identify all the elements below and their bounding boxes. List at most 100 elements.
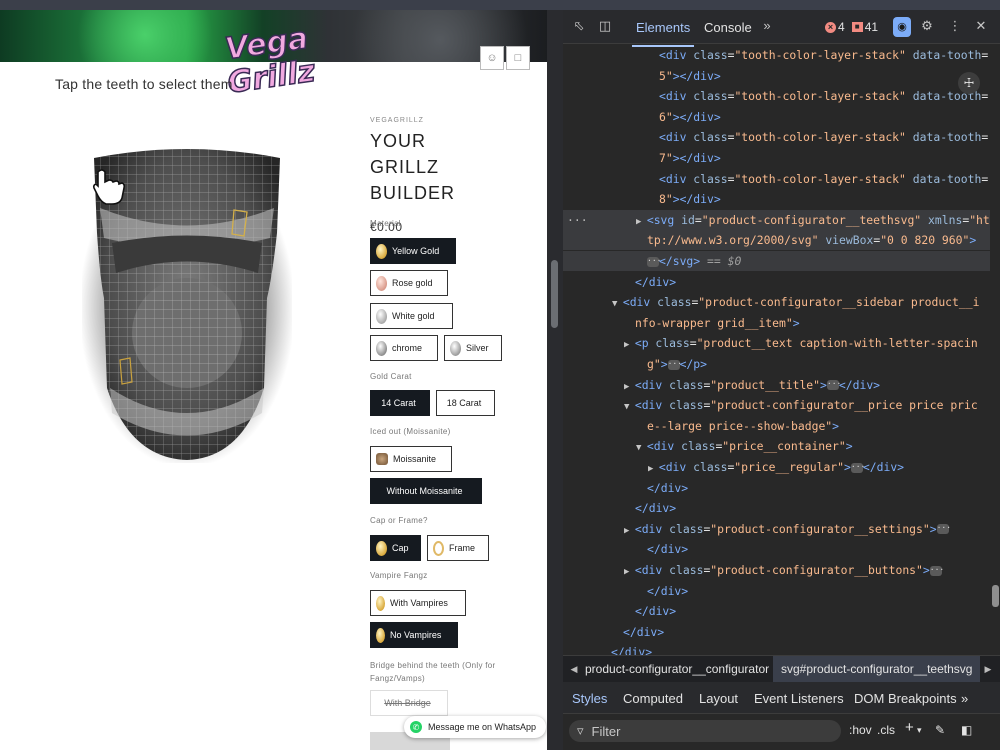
dom-tree-line[interactable]: ··· ▶ <svg id="product-configurator__teet… — [563, 209, 990, 230]
paint-brush-icon[interactable]: ✎ — [935, 723, 945, 737]
user-icon[interactable]: ☺ — [480, 46, 504, 70]
dom-tree-scrollbar-thumb[interactable] — [992, 585, 999, 607]
dom-tree-line[interactable]: </div> — [563, 478, 990, 498]
dom-tree-line[interactable]: ▶ <p class="product__text caption-with-l… — [563, 333, 990, 353]
option-frame[interactable]: Frame — [427, 535, 489, 561]
dom-tree-line[interactable]: </div> — [563, 642, 990, 655]
dom-tree-line[interactable]: 7"></div> — [563, 148, 990, 168]
tab-dom-breakpoints[interactable]: DOM Breakpoints — [854, 691, 957, 706]
new-rule-icon[interactable]: + — [905, 719, 914, 736]
devtools-toolbar: ⬁ ◫ Elements Console » × 4 ■ 41 ◉ ⚙ ⋮ ✕ — [563, 10, 1000, 47]
dom-tree-line[interactable]: </div> — [563, 622, 990, 642]
class-toggle[interactable]: .cls — [877, 723, 895, 737]
dom-tree-line[interactable]: g">···</p> — [563, 354, 990, 374]
hover-state-toggle[interactable]: :hov — [849, 723, 872, 737]
dom-tree-scrollbar[interactable] — [990, 45, 1000, 655]
dom-tree-line[interactable]: ▶ <div class="price__regular">···</div> — [563, 457, 990, 477]
option-with-bridge[interactable]: With Bridge — [370, 690, 448, 716]
code-token: <div — [634, 563, 670, 577]
breadcrumb-item-teethsvg[interactable]: svg#product-configurator__teethsvg — [773, 656, 981, 682]
option-18-carat[interactable]: 18 Carat — [436, 390, 495, 416]
bag-icon[interactable]: □ — [506, 46, 530, 70]
dom-tree-line[interactable]: ▼ <div class="price__container"> — [563, 436, 990, 456]
extension-shield-icon[interactable]: ◉ — [893, 17, 911, 37]
dom-tree-line[interactable]: nfo-wrapper grid__item"> — [563, 313, 990, 333]
option-rose-gold[interactable]: Rose gold — [370, 270, 448, 296]
tab-styles[interactable]: Styles — [567, 691, 612, 718]
dom-tree-line[interactable]: <div class="tooth-color-layer-stack" dat… — [563, 127, 990, 147]
vegagrillz-logo[interactable]: Vega Grillz — [222, 20, 332, 102]
more-options-icon[interactable]: ⋮ — [947, 18, 963, 34]
dom-tree-line[interactable]: 8"></div> — [563, 189, 990, 209]
code-token: "product-configurator__teethsvg" — [701, 212, 922, 227]
dom-tree-line[interactable]: </div> — [563, 272, 990, 292]
dom-tree-line[interactable]: 6"></div> — [563, 107, 990, 127]
tab-elements[interactable]: Elements — [631, 20, 695, 47]
tab-layout[interactable]: Layout — [699, 691, 738, 706]
dom-tree-line[interactable]: tp://www.w3.org/2000/svg" viewBox="0 0 8… — [563, 230, 990, 251]
expand-arrow-icon[interactable]: ▶ — [648, 464, 659, 474]
toggle-sidebar-icon[interactable]: ◧ — [961, 723, 972, 737]
option-14-carat[interactable]: 14 Carat — [370, 390, 430, 416]
collapse-arrow-icon[interactable]: ▼ — [612, 299, 623, 309]
dom-tree-line[interactable]: ···</svg> == $0 — [563, 251, 990, 271]
new-rule-options-icon[interactable]: ▾ — [917, 725, 922, 736]
whatsapp-button[interactable]: ✆ Message me on WhatsApp — [404, 716, 547, 738]
tab-computed[interactable]: Computed — [623, 691, 683, 706]
dom-tree-line[interactable]: ▶ <div class="product-configurator__butt… — [563, 560, 990, 580]
more-subtabs-icon[interactable]: » — [961, 691, 968, 706]
dom-tree-line[interactable]: <div class="tooth-color-layer-stack" dat… — [563, 45, 990, 65]
node-actions-icon[interactable]: ··· — [567, 210, 588, 230]
ellipsis-icon: ··· — [850, 461, 866, 473]
inspect-element-icon[interactable]: ⬁ — [571, 18, 587, 34]
option-yellow-gold[interactable]: Yellow Gold — [370, 238, 456, 264]
expand-arrow-icon[interactable]: ▶ — [636, 217, 647, 227]
page-scrollbar-thumb[interactable] — [551, 260, 558, 328]
option-with-vampires[interactable]: With Vampires — [370, 590, 466, 616]
dom-tree-line[interactable]: ▶ <div class="product__title">···</div> — [563, 375, 990, 395]
tab-console[interactable]: Console — [704, 20, 752, 35]
expand-arrow-icon[interactable]: ▶ — [624, 382, 635, 392]
device-toolbar-icon[interactable]: ◫ — [597, 18, 613, 34]
dom-tree-line[interactable]: </div> — [563, 601, 990, 621]
dom-tree-line[interactable]: </div> — [563, 581, 990, 601]
breadcrumb-item-configurator[interactable]: product-configurator__configurator — [585, 662, 769, 676]
option-moissanite[interactable]: Moissanite — [370, 446, 452, 472]
option-chrome[interactable]: chrome — [370, 335, 438, 361]
more-tabs-icon[interactable]: » — [759, 18, 775, 34]
option-white-gold[interactable]: White gold — [370, 303, 453, 329]
option-without-moissanite[interactable]: Without Moissanite — [370, 478, 482, 504]
dom-tree-line[interactable]: e--large price--show-badge"> — [563, 416, 990, 436]
page-scrollbar[interactable] — [547, 10, 563, 750]
teeth-svg-canvas[interactable] — [82, 138, 292, 463]
breadcrumb-right-icon[interactable]: ▶ — [981, 660, 995, 678]
ellipsis-icon: ··· — [936, 523, 952, 535]
tab-event-listeners[interactable]: Event Listeners — [754, 691, 844, 706]
close-devtools-icon[interactable]: ✕ — [973, 18, 989, 34]
dom-tree-line[interactable]: ▶ <div class="product-configurator__sett… — [563, 519, 990, 539]
dom-tree-line[interactable]: ▼ <div class="product-configurator__side… — [563, 292, 990, 312]
collapse-arrow-icon[interactable]: ▼ — [624, 402, 635, 412]
issues-badge[interactable]: × 4 ■ 41 — [825, 20, 878, 34]
expand-arrow-icon[interactable]: ▶ — [624, 526, 635, 536]
dom-tree-line[interactable]: </div> — [563, 498, 990, 518]
code-token: > — [792, 315, 800, 330]
code-token: class — [669, 521, 704, 536]
expand-arrow-icon[interactable]: ▶ — [624, 567, 635, 577]
dom-tree-line[interactable]: <div class="tooth-color-layer-stack" dat… — [563, 86, 990, 106]
collapse-arrow-icon[interactable]: ▼ — [636, 443, 647, 453]
breadcrumb-left-icon[interactable]: ◀ — [567, 660, 581, 678]
dom-tree-line[interactable]: ▼ <div class="product-configurator__pric… — [563, 395, 990, 415]
code-token: </div> — [647, 480, 689, 495]
dom-tree[interactable]: <div class="tooth-color-layer-stack" dat… — [563, 45, 990, 655]
dom-tree-line[interactable]: </div> — [563, 539, 990, 559]
dom-tree-line[interactable]: 5"></div> — [563, 66, 990, 86]
settings-gear-icon[interactable]: ⚙ — [919, 18, 935, 34]
expand-arrow-icon[interactable]: ▶ — [624, 340, 635, 350]
option-silver[interactable]: Silver — [444, 335, 502, 361]
dom-tree-line[interactable]: <div class="tooth-color-layer-stack" dat… — [563, 169, 990, 189]
styles-filter-input[interactable]: ▿ Filter — [569, 720, 841, 742]
option-cap[interactable]: Cap — [370, 535, 421, 561]
accessibility-icon[interactable]: ☩ — [958, 72, 980, 94]
option-no-vampires[interactable]: No Vampires — [370, 622, 458, 648]
